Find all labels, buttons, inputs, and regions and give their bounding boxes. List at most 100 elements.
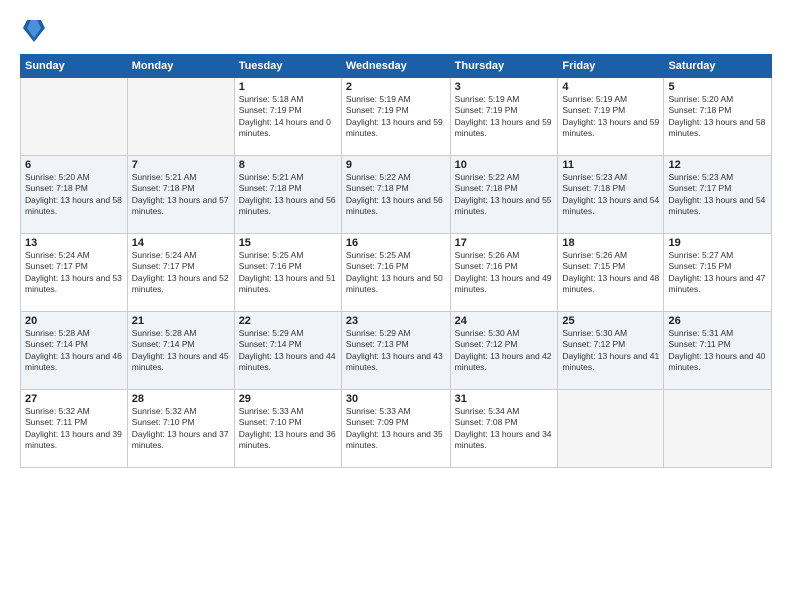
calendar-cell: 23Sunrise: 5:29 AMSunset: 7:13 PMDayligh…	[341, 312, 450, 390]
header-wednesday: Wednesday	[341, 55, 450, 78]
day-number: 7	[132, 159, 230, 171]
day-number: 9	[346, 159, 446, 171]
calendar-cell: 11Sunrise: 5:23 AMSunset: 7:18 PMDayligh…	[558, 156, 664, 234]
day-number: 13	[25, 237, 123, 249]
calendar: SundayMondayTuesdayWednesdayThursdayFrid…	[20, 54, 772, 468]
calendar-cell: 7Sunrise: 5:21 AMSunset: 7:18 PMDaylight…	[127, 156, 234, 234]
day-info: Sunrise: 5:29 AMSunset: 7:13 PMDaylight:…	[346, 328, 446, 374]
page: SundayMondayTuesdayWednesdayThursdayFrid…	[0, 0, 792, 612]
calendar-cell: 2Sunrise: 5:19 AMSunset: 7:19 PMDaylight…	[341, 78, 450, 156]
day-info: Sunrise: 5:18 AMSunset: 7:19 PMDaylight:…	[239, 94, 337, 140]
calendar-cell: 15Sunrise: 5:25 AMSunset: 7:16 PMDayligh…	[234, 234, 341, 312]
header-saturday: Saturday	[664, 55, 772, 78]
day-number: 20	[25, 315, 123, 327]
calendar-cell: 6Sunrise: 5:20 AMSunset: 7:18 PMDaylight…	[21, 156, 128, 234]
calendar-cell: 5Sunrise: 5:20 AMSunset: 7:18 PMDaylight…	[664, 78, 772, 156]
calendar-cell: 1Sunrise: 5:18 AMSunset: 7:19 PMDaylight…	[234, 78, 341, 156]
day-number: 19	[668, 237, 767, 249]
day-number: 12	[668, 159, 767, 171]
day-number: 26	[668, 315, 767, 327]
day-info: Sunrise: 5:34 AMSunset: 7:08 PMDaylight:…	[455, 406, 554, 452]
calendar-cell: 16Sunrise: 5:25 AMSunset: 7:16 PMDayligh…	[341, 234, 450, 312]
calendar-week-row: 13Sunrise: 5:24 AMSunset: 7:17 PMDayligh…	[21, 234, 772, 312]
calendar-cell: 17Sunrise: 5:26 AMSunset: 7:16 PMDayligh…	[450, 234, 558, 312]
calendar-cell	[558, 390, 664, 468]
day-info: Sunrise: 5:24 AMSunset: 7:17 PMDaylight:…	[132, 250, 230, 296]
day-info: Sunrise: 5:25 AMSunset: 7:16 PMDaylight:…	[346, 250, 446, 296]
calendar-week-row: 27Sunrise: 5:32 AMSunset: 7:11 PMDayligh…	[21, 390, 772, 468]
day-info: Sunrise: 5:28 AMSunset: 7:14 PMDaylight:…	[132, 328, 230, 374]
calendar-cell: 10Sunrise: 5:22 AMSunset: 7:18 PMDayligh…	[450, 156, 558, 234]
calendar-cell: 3Sunrise: 5:19 AMSunset: 7:19 PMDaylight…	[450, 78, 558, 156]
logo-icon	[23, 18, 45, 44]
calendar-cell: 14Sunrise: 5:24 AMSunset: 7:17 PMDayligh…	[127, 234, 234, 312]
day-number: 1	[239, 81, 337, 93]
day-info: Sunrise: 5:24 AMSunset: 7:17 PMDaylight:…	[25, 250, 123, 296]
header-sunday: Sunday	[21, 55, 128, 78]
day-number: 27	[25, 393, 123, 405]
day-info: Sunrise: 5:29 AMSunset: 7:14 PMDaylight:…	[239, 328, 337, 374]
day-info: Sunrise: 5:28 AMSunset: 7:14 PMDaylight:…	[25, 328, 123, 374]
day-number: 21	[132, 315, 230, 327]
calendar-cell	[21, 78, 128, 156]
day-info: Sunrise: 5:21 AMSunset: 7:18 PMDaylight:…	[239, 172, 337, 218]
day-number: 28	[132, 393, 230, 405]
day-info: Sunrise: 5:23 AMSunset: 7:17 PMDaylight:…	[668, 172, 767, 218]
day-number: 14	[132, 237, 230, 249]
day-number: 18	[562, 237, 659, 249]
calendar-cell: 30Sunrise: 5:33 AMSunset: 7:09 PMDayligh…	[341, 390, 450, 468]
day-number: 3	[455, 81, 554, 93]
logo	[20, 18, 45, 44]
day-info: Sunrise: 5:30 AMSunset: 7:12 PMDaylight:…	[455, 328, 554, 374]
day-number: 17	[455, 237, 554, 249]
calendar-cell: 22Sunrise: 5:29 AMSunset: 7:14 PMDayligh…	[234, 312, 341, 390]
calendar-cell: 13Sunrise: 5:24 AMSunset: 7:17 PMDayligh…	[21, 234, 128, 312]
day-number: 5	[668, 81, 767, 93]
calendar-cell: 21Sunrise: 5:28 AMSunset: 7:14 PMDayligh…	[127, 312, 234, 390]
day-number: 6	[25, 159, 123, 171]
calendar-cell: 26Sunrise: 5:31 AMSunset: 7:11 PMDayligh…	[664, 312, 772, 390]
calendar-cell: 19Sunrise: 5:27 AMSunset: 7:15 PMDayligh…	[664, 234, 772, 312]
day-number: 10	[455, 159, 554, 171]
day-info: Sunrise: 5:19 AMSunset: 7:19 PMDaylight:…	[562, 94, 659, 140]
day-number: 23	[346, 315, 446, 327]
calendar-cell: 29Sunrise: 5:33 AMSunset: 7:10 PMDayligh…	[234, 390, 341, 468]
day-number: 25	[562, 315, 659, 327]
day-info: Sunrise: 5:27 AMSunset: 7:15 PMDaylight:…	[668, 250, 767, 296]
day-info: Sunrise: 5:26 AMSunset: 7:15 PMDaylight:…	[562, 250, 659, 296]
calendar-cell: 20Sunrise: 5:28 AMSunset: 7:14 PMDayligh…	[21, 312, 128, 390]
calendar-cell: 18Sunrise: 5:26 AMSunset: 7:15 PMDayligh…	[558, 234, 664, 312]
day-number: 16	[346, 237, 446, 249]
day-number: 31	[455, 393, 554, 405]
calendar-header-row: SundayMondayTuesdayWednesdayThursdayFrid…	[21, 55, 772, 78]
day-number: 29	[239, 393, 337, 405]
calendar-cell: 27Sunrise: 5:32 AMSunset: 7:11 PMDayligh…	[21, 390, 128, 468]
header-tuesday: Tuesday	[234, 55, 341, 78]
day-info: Sunrise: 5:33 AMSunset: 7:10 PMDaylight:…	[239, 406, 337, 452]
header-friday: Friday	[558, 55, 664, 78]
day-info: Sunrise: 5:30 AMSunset: 7:12 PMDaylight:…	[562, 328, 659, 374]
header	[20, 18, 772, 44]
calendar-cell	[664, 390, 772, 468]
day-number: 2	[346, 81, 446, 93]
day-info: Sunrise: 5:23 AMSunset: 7:18 PMDaylight:…	[562, 172, 659, 218]
day-info: Sunrise: 5:21 AMSunset: 7:18 PMDaylight:…	[132, 172, 230, 218]
day-number: 22	[239, 315, 337, 327]
calendar-week-row: 1Sunrise: 5:18 AMSunset: 7:19 PMDaylight…	[21, 78, 772, 156]
calendar-cell: 8Sunrise: 5:21 AMSunset: 7:18 PMDaylight…	[234, 156, 341, 234]
day-number: 30	[346, 393, 446, 405]
day-info: Sunrise: 5:20 AMSunset: 7:18 PMDaylight:…	[668, 94, 767, 140]
day-number: 4	[562, 81, 659, 93]
day-info: Sunrise: 5:25 AMSunset: 7:16 PMDaylight:…	[239, 250, 337, 296]
header-monday: Monday	[127, 55, 234, 78]
calendar-cell: 9Sunrise: 5:22 AMSunset: 7:18 PMDaylight…	[341, 156, 450, 234]
calendar-cell	[127, 78, 234, 156]
day-number: 8	[239, 159, 337, 171]
day-info: Sunrise: 5:19 AMSunset: 7:19 PMDaylight:…	[346, 94, 446, 140]
day-info: Sunrise: 5:31 AMSunset: 7:11 PMDaylight:…	[668, 328, 767, 374]
day-info: Sunrise: 5:22 AMSunset: 7:18 PMDaylight:…	[455, 172, 554, 218]
day-info: Sunrise: 5:32 AMSunset: 7:10 PMDaylight:…	[132, 406, 230, 452]
day-number: 24	[455, 315, 554, 327]
calendar-cell: 25Sunrise: 5:30 AMSunset: 7:12 PMDayligh…	[558, 312, 664, 390]
day-info: Sunrise: 5:20 AMSunset: 7:18 PMDaylight:…	[25, 172, 123, 218]
